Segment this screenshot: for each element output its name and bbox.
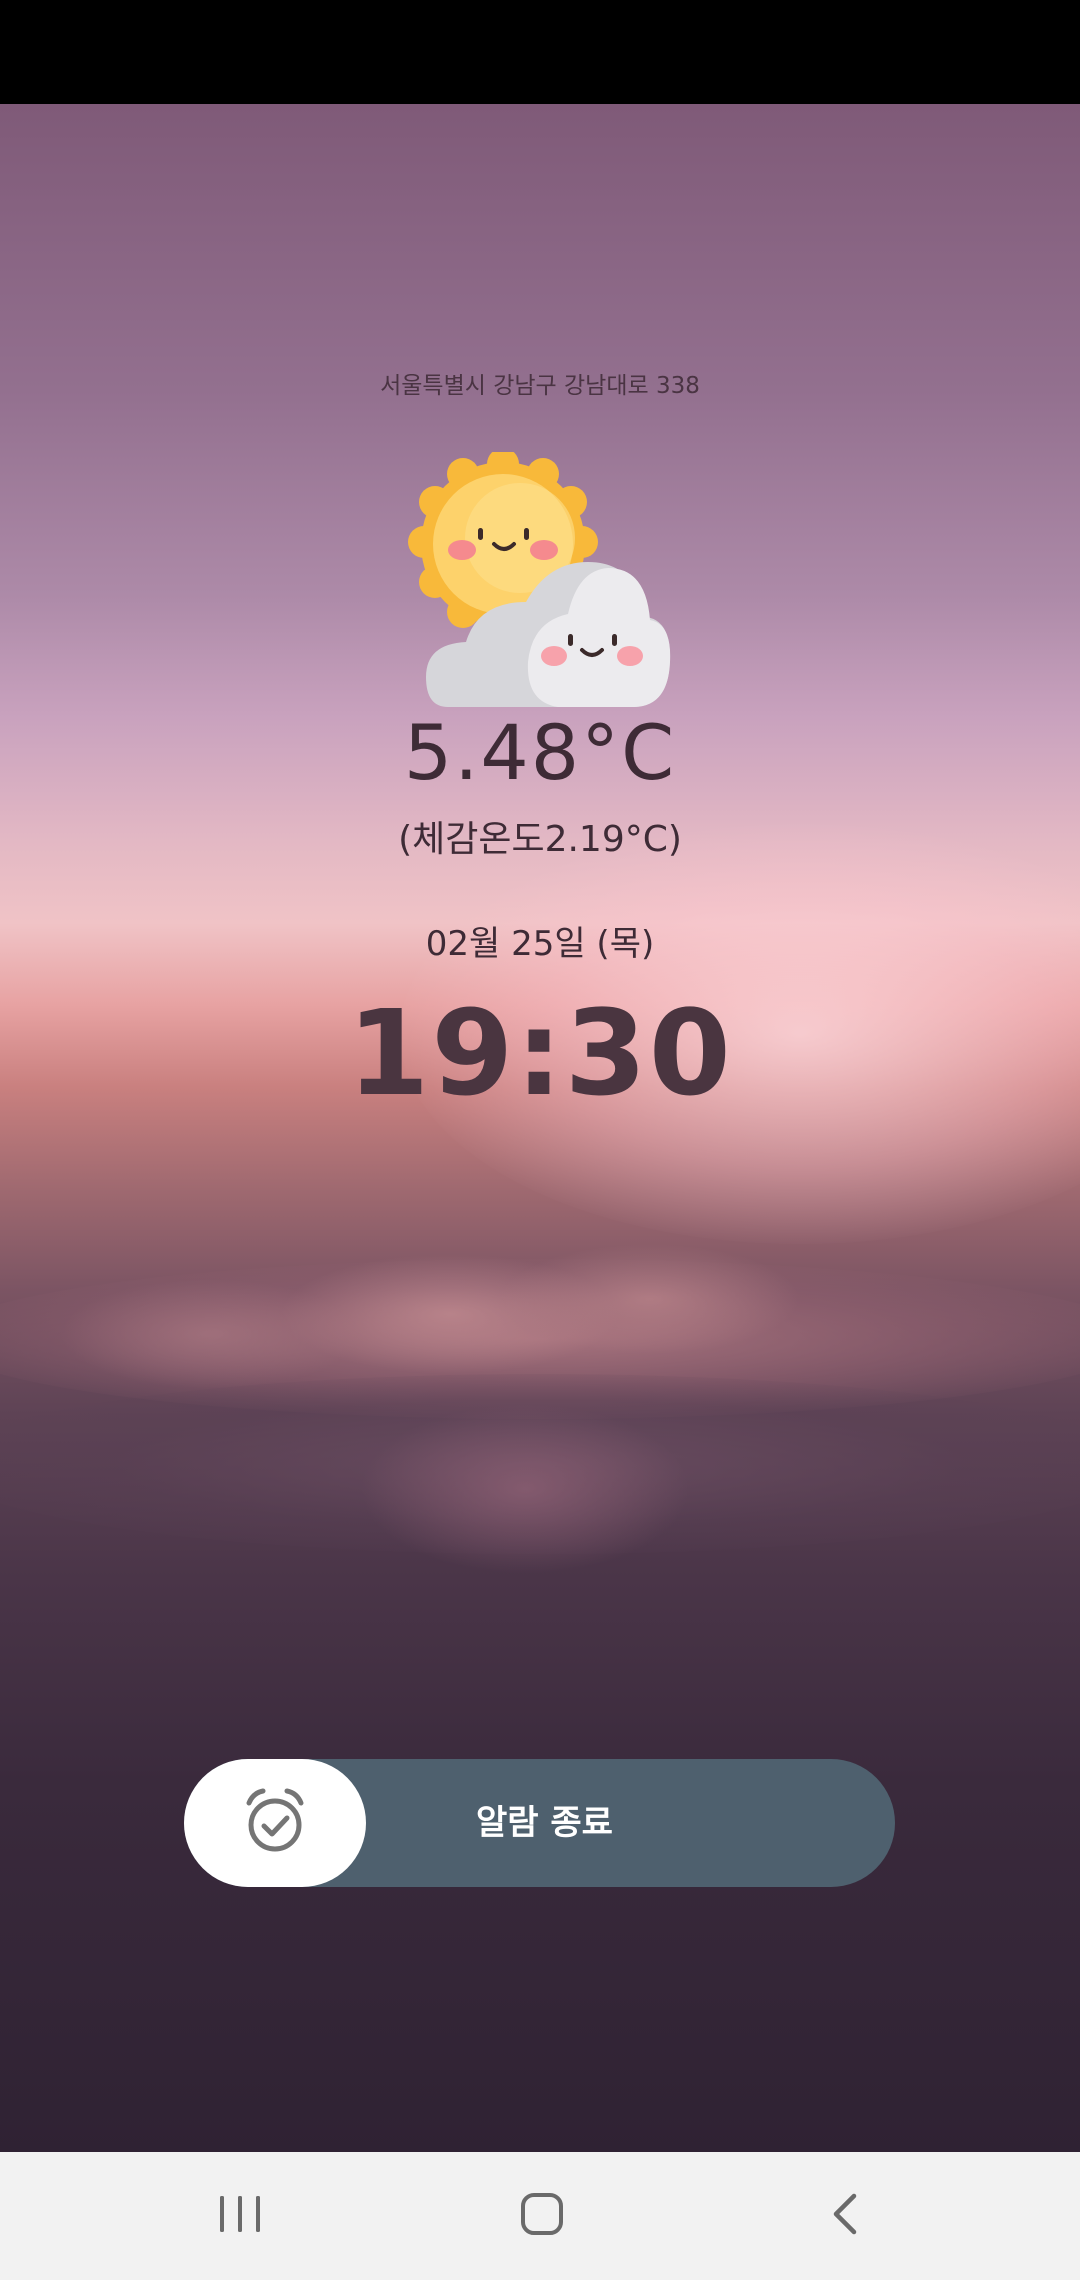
home-icon: [519, 2191, 565, 2241]
slider-knob[interactable]: [184, 1759, 366, 1887]
time-label: 19:30: [347, 984, 733, 1122]
cloud-puff: [60, 1279, 360, 1389]
feels-like-temperature: (체감온도2.19°C): [398, 819, 682, 860]
alarm-clock-check-icon: [239, 1785, 311, 1861]
back-button[interactable]: [775, 2152, 915, 2280]
sun-behind-cloud-icon: [408, 448, 673, 717]
alarm-screen: 서울특별시 강남구 강남대로 338 5.48°C (체감온도2.19°C) 0…: [0, 0, 1080, 2280]
recents-button[interactable]: [170, 2152, 310, 2280]
location-address: 서울특별시 강남구 강남대로 338: [380, 373, 700, 399]
system-navigation-bar: [0, 2152, 1080, 2280]
date-label: 02월 25일 (목): [425, 924, 655, 964]
cloud-puff: [500, 1244, 800, 1354]
temperature-value: 5.48°C: [403, 708, 677, 797]
cloud-puff: [360, 1404, 690, 1574]
dismiss-alarm-slider[interactable]: 알람 종료: [184, 1759, 895, 1887]
recents-icon: [217, 2194, 263, 2238]
back-icon: [830, 2192, 860, 2240]
status-bar: [0, 0, 1080, 104]
home-button[interactable]: [472, 2152, 612, 2280]
